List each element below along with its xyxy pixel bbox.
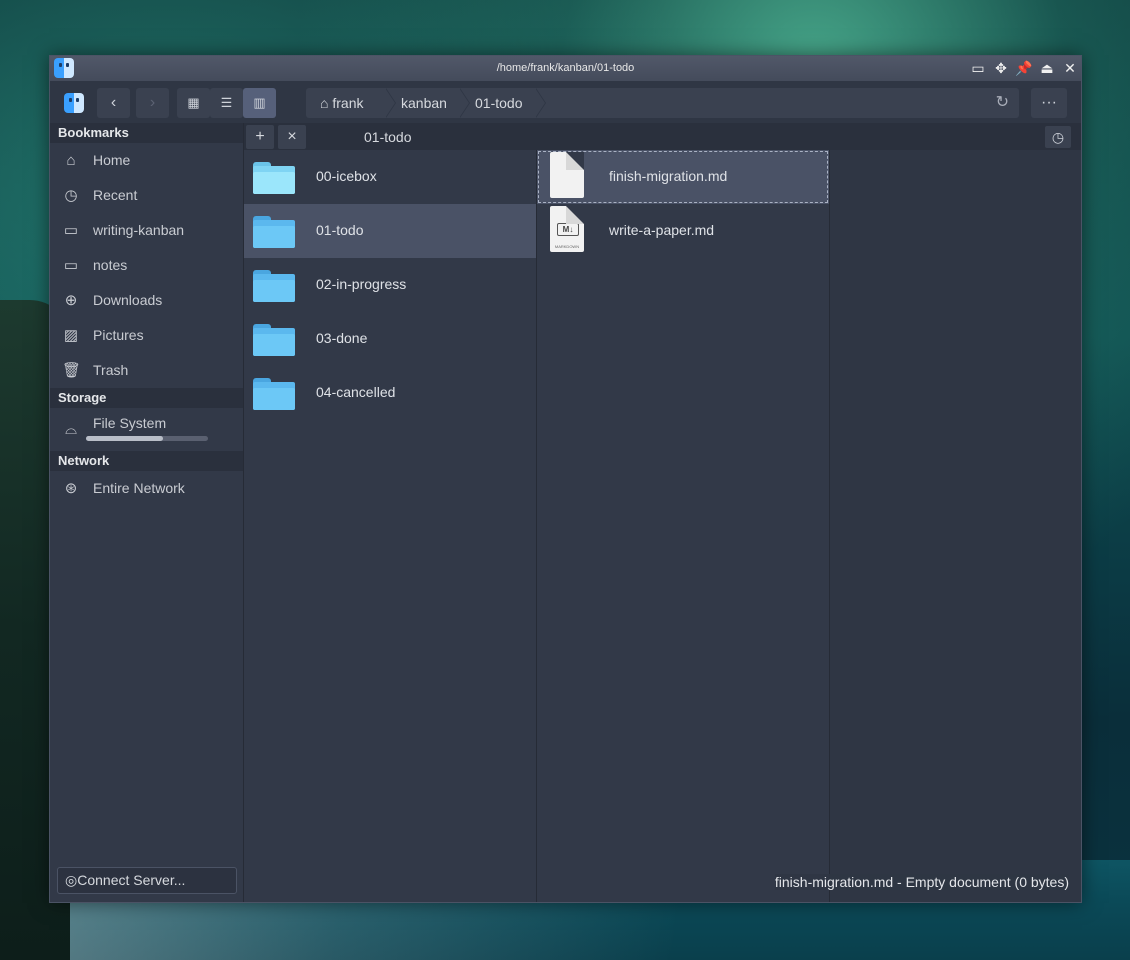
folder-icon — [253, 216, 295, 248]
trash-icon: 🗑 — [62, 362, 82, 379]
clock-icon: ◷ — [64, 187, 78, 204]
grid-icon: ▦ — [187, 95, 200, 110]
network-header: Network — [50, 451, 243, 471]
list-item-04-cancelled[interactable]: 04-cancelled — [244, 366, 536, 420]
list-item-write-a-paper[interactable]: M↓ MARKDOWN write-a-paper.md — [537, 204, 829, 258]
wallpaper-foam — [0, 900, 1130, 960]
document-icon — [550, 152, 584, 198]
list-view-button[interactable]: ☰ — [210, 88, 243, 118]
pin-icon[interactable]: 📌 — [1015, 59, 1033, 77]
sidebar-item-recent[interactable]: ◷ Recent — [50, 178, 243, 213]
maximize-icon[interactable]: ⏏ — [1038, 59, 1056, 77]
list-item-02-in-progress[interactable]: 02-in-progress — [244, 258, 536, 312]
file-manager-window: /home/frank/kanban/01-todo ▭ ✥ 📌 ⏏ ✕ ‹ ›… — [49, 55, 1082, 903]
markdown-file-icon: M↓ MARKDOWN — [550, 206, 584, 252]
disk-usage-fill — [86, 436, 163, 441]
bookmarks-header: Bookmarks — [50, 123, 243, 143]
columns-icon: ▥ — [253, 95, 266, 110]
forward-button[interactable]: › — [136, 88, 169, 118]
tab-bar: + × 01-todo ◷ — [244, 123, 1081, 150]
connect-server-button[interactable]: ◎Connect Server... — [57, 867, 237, 894]
network-icon: ⊛ — [64, 480, 78, 497]
folder-icon — [253, 162, 295, 194]
sidebar: Bookmarks ⌂ Home ◷ Recent ▭ writing-kanb… — [50, 123, 244, 902]
list-item-finish-migration[interactable]: finish-migration.md — [537, 150, 829, 204]
breadcrumb-separator — [459, 88, 470, 118]
close-icon[interactable]: ✕ — [1061, 59, 1079, 77]
preview-pane — [830, 150, 1081, 902]
history-icon[interactable]: ◷ — [1045, 126, 1071, 148]
markdown-badge: M↓ — [557, 223, 579, 236]
title-bar[interactable]: /home/frank/kanban/01-todo ▭ ✥ 📌 ⏏ ✕ — [50, 56, 1081, 81]
more-options-button[interactable]: ··· — [1031, 88, 1067, 118]
sidebar-item-trash[interactable]: 🗑 Trash — [50, 353, 243, 388]
sidebar-item-downloads[interactable]: ⊕ Downloads — [50, 283, 243, 318]
list-item-03-done[interactable]: 03-done — [244, 312, 536, 366]
markdown-caption: MARKDOWN — [554, 244, 580, 249]
breadcrumb-item-kanban[interactable]: kanban — [401, 95, 447, 111]
network-icon: ◎ — [65, 872, 78, 888]
list-item-01-todo[interactable]: 01-todo — [244, 204, 536, 258]
window-controls: ▭ ✥ 📌 ⏏ ✕ — [969, 59, 1079, 77]
close-tab-button[interactable]: × — [278, 125, 306, 149]
chevron-left-icon: ‹ — [110, 94, 117, 111]
icon-view-button[interactable]: ▦ — [177, 88, 210, 118]
app-menu-button[interactable] — [57, 88, 91, 118]
column-01-todo: finish-migration.md M↓ MARKDOWN write-a-… — [537, 150, 830, 902]
status-bar: finish-migration.md - Empty document (0 … — [774, 874, 1069, 890]
folder-icon — [253, 324, 295, 356]
folder-icon: ▭ — [63, 257, 79, 274]
sidebar-item-entire-network[interactable]: ⊛ Entire Network — [50, 471, 243, 506]
breadcrumb-item-01-todo[interactable]: 01-todo — [475, 95, 522, 111]
list-icon: ☰ — [220, 95, 233, 110]
sidebar-item-file-system[interactable]: ⌓ File System — [50, 408, 243, 451]
breadcrumb-separator — [535, 88, 546, 118]
drive-icon: ⌓ — [65, 421, 77, 438]
sidebar-item-notes[interactable]: ▭ notes — [50, 248, 243, 283]
column-kanban: 00-icebox 01-todo 02-in-progress 03-done… — [244, 150, 537, 902]
home-icon: ⌂ — [66, 152, 76, 169]
finder-icon — [64, 93, 84, 113]
back-button[interactable]: ‹ — [97, 88, 130, 118]
breadcrumb: ⌂ frank kanban 01-todo ↻ — [306, 88, 1019, 118]
download-icon: ⊕ — [64, 292, 78, 309]
chevron-right-icon: › — [149, 94, 156, 111]
refresh-icon[interactable]: ↻ — [996, 92, 1009, 112]
sidebar-item-pictures[interactable]: ▨ Pictures — [50, 318, 243, 353]
tab-01-todo[interactable]: 01-todo — [364, 129, 411, 145]
new-tab-button[interactable]: + — [246, 125, 274, 149]
home-icon: ⌂ — [320, 95, 329, 111]
column-view-button[interactable]: ▥ — [243, 88, 276, 118]
storage-header: Storage — [50, 388, 243, 408]
breadcrumb-separator — [385, 88, 396, 118]
folder-icon — [253, 270, 295, 302]
sidebar-item-writing-kanban[interactable]: ▭ writing-kanban — [50, 213, 243, 248]
move-icon[interactable]: ✥ — [992, 59, 1010, 77]
minimize-icon[interactable]: ▭ — [969, 59, 987, 77]
folder-icon: ▭ — [63, 222, 79, 239]
window-title: /home/frank/kanban/01-todo — [496, 62, 635, 74]
breadcrumb-item-frank[interactable]: ⌂ frank — [320, 95, 363, 111]
sidebar-item-home[interactable]: ⌂ Home — [50, 143, 243, 178]
toolbar: ‹ › ▦ ☰ ▥ ⌂ frank kanban 01-todo ↻ ··· — [50, 81, 1081, 123]
folder-icon — [253, 378, 295, 410]
image-icon: ▨ — [63, 327, 79, 344]
disk-usage-bar — [86, 436, 208, 441]
list-item-00-icebox[interactable]: 00-icebox — [244, 150, 536, 204]
